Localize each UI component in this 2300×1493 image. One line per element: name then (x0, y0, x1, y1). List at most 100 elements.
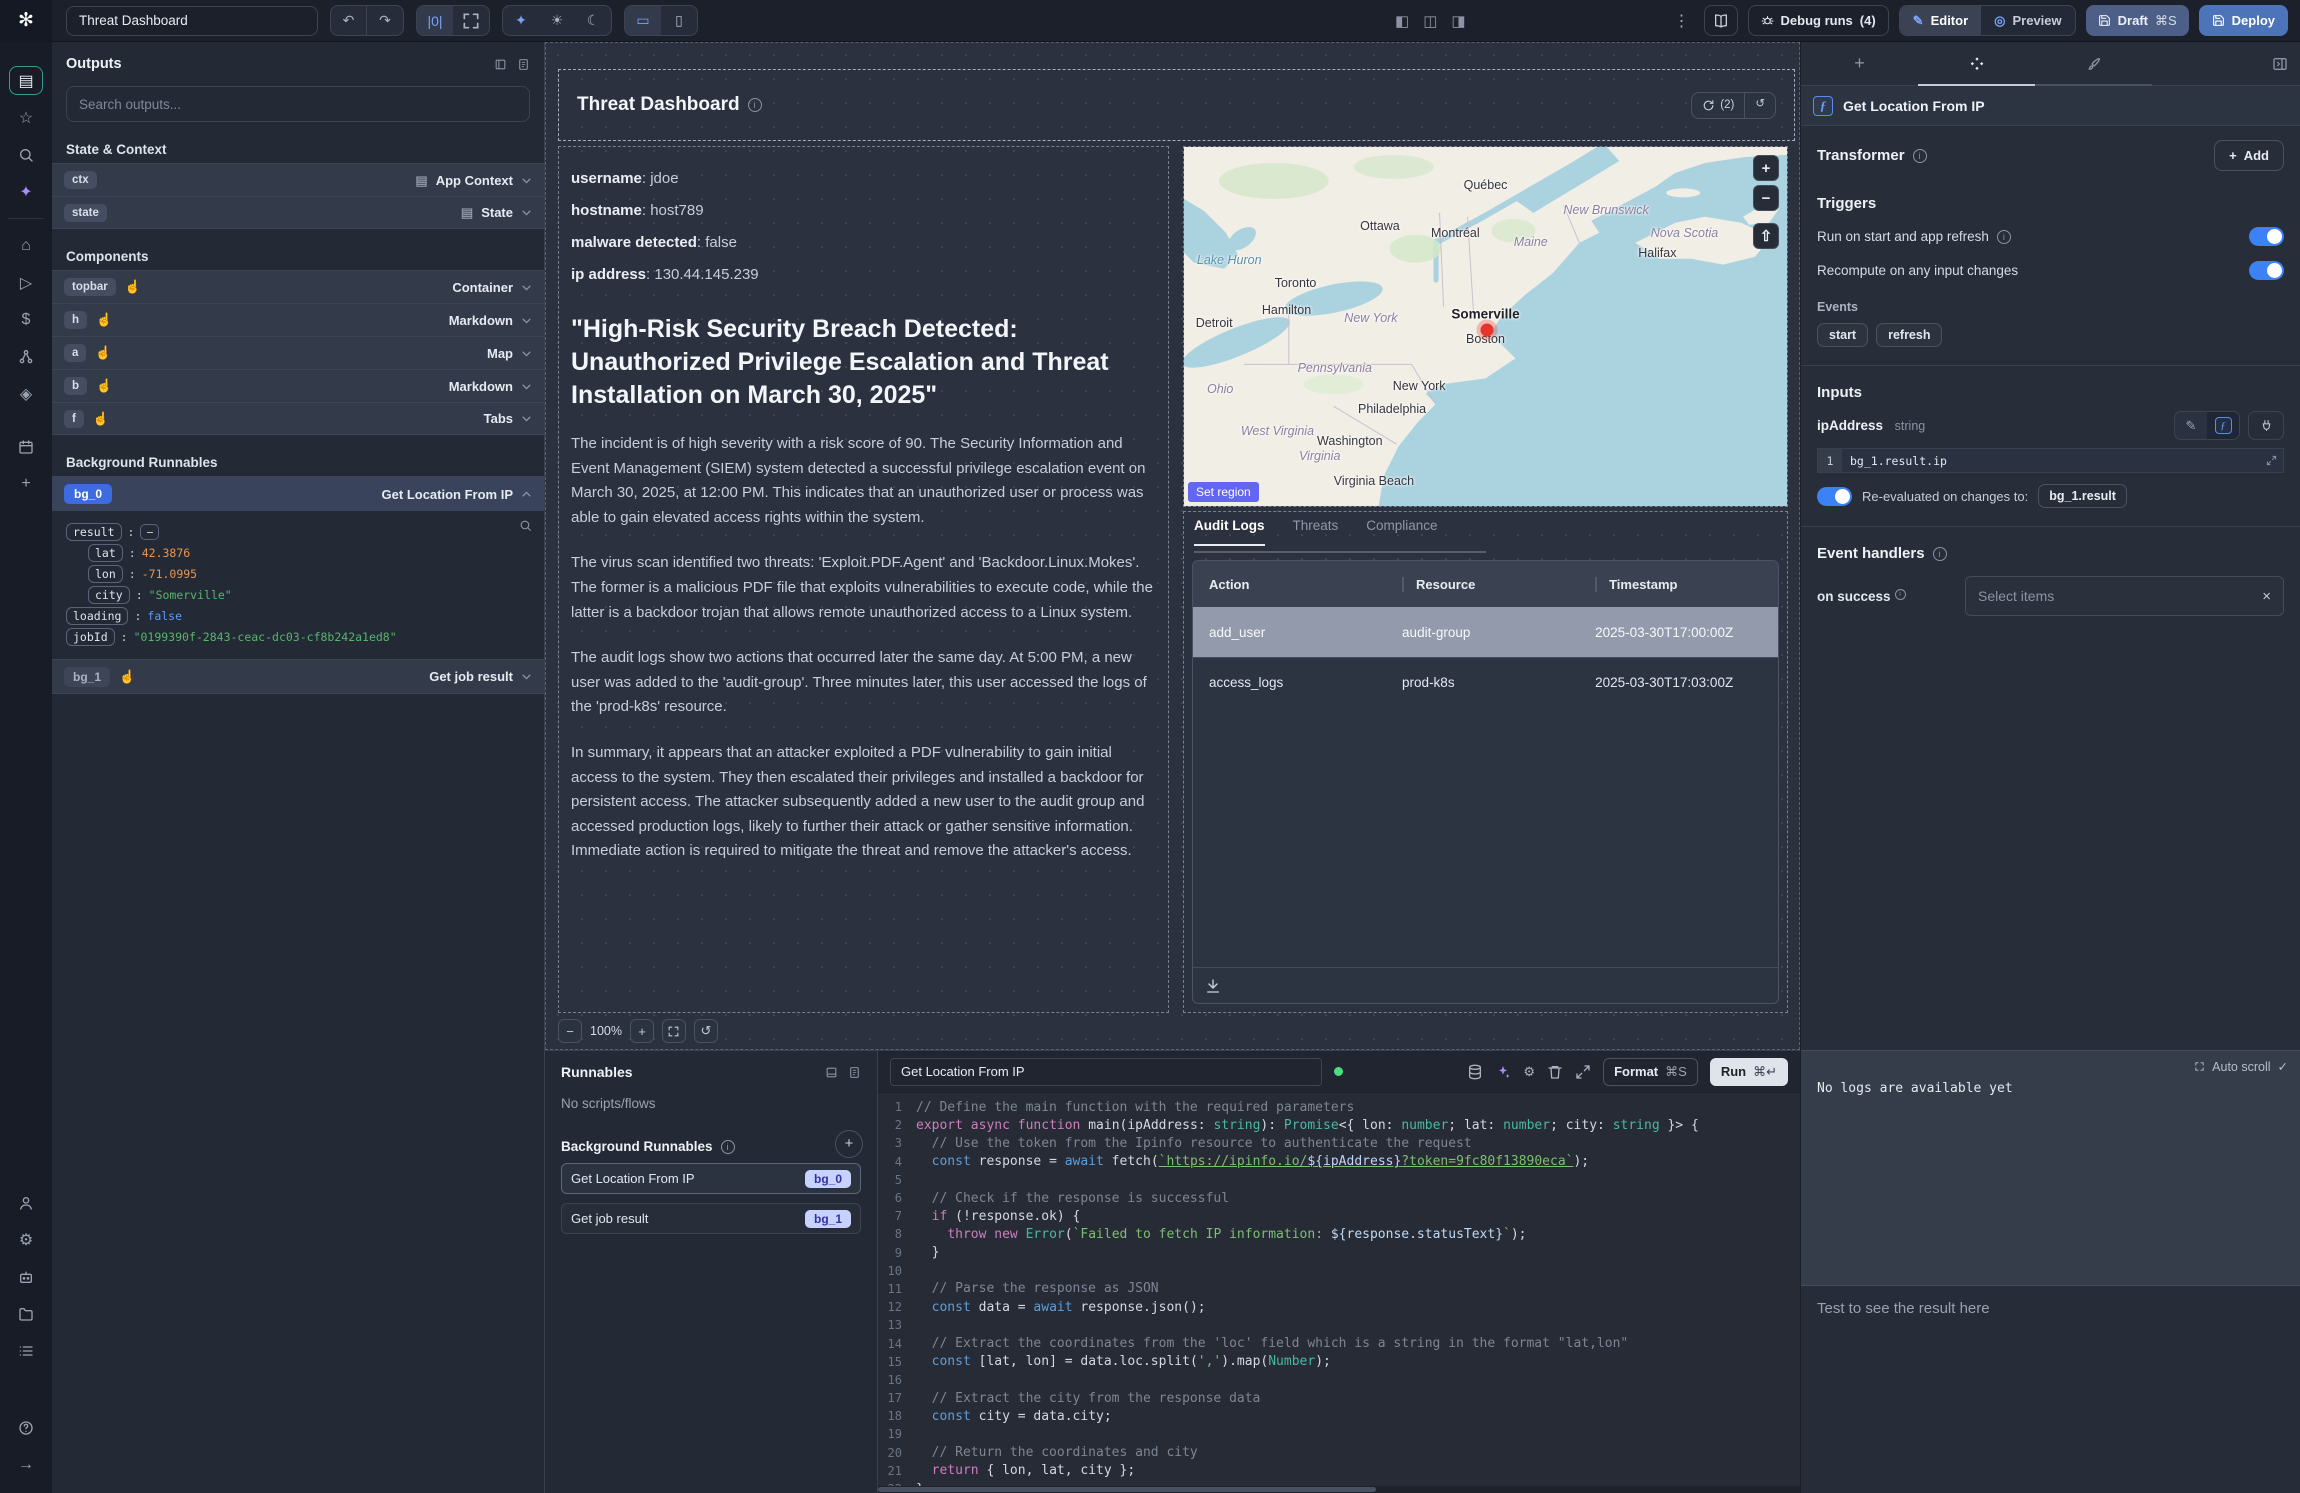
output-row-f[interactable]: f☝Tabs (52, 402, 544, 435)
insert-component-tab[interactable]: + (1801, 42, 1918, 85)
static-mode-button[interactable]: ✎ (2175, 412, 2207, 439)
docs-book-button[interactable] (1704, 5, 1738, 36)
outputs-search-input[interactable] (66, 86, 530, 122)
more-menu-kebab-icon[interactable]: ⋮ (1670, 11, 1694, 31)
reeval-dependency-chip[interactable]: bg_1.result (2038, 484, 2127, 508)
runnable-item[interactable]: Get Location From IPbg_0 (561, 1163, 861, 1194)
autoscroll-control[interactable]: Auto scroll ✓ (2194, 1059, 2288, 1074)
ai-wand-button[interactable]: ✦ (503, 6, 539, 35)
redo-button[interactable]: ↷ (367, 6, 403, 35)
app-canvas-icon[interactable]: ▤ (9, 66, 43, 95)
ai-sparkles-icon[interactable]: ✦ (9, 177, 43, 206)
settings-gear-icon[interactable]: ⚙ (1523, 1065, 1535, 1078)
zoom-out-button[interactable]: − (558, 1019, 582, 1043)
reset-view-button[interactable]: ↺ (694, 1019, 718, 1043)
download-icon[interactable] (1205, 978, 1221, 994)
output-row-ctx[interactable]: ctx▤App Context (52, 163, 544, 196)
trigger-toggle[interactable] (2249, 227, 2284, 246)
debug-runs-button[interactable]: Debug runs (4) (1748, 5, 1889, 36)
format-button[interactable]: Format ⌘S (1603, 1058, 1698, 1086)
run-button[interactable]: Run ⌘↵ (1710, 1058, 1788, 1086)
collapse-right-panel-icon[interactable] (2272, 42, 2288, 85)
home-icon[interactable]: ⌂ (9, 231, 43, 260)
expr-mode-button[interactable]: ƒ (2207, 412, 2239, 439)
output-row-state[interactable]: state▤State (52, 196, 544, 229)
preview-tab[interactable]: ◎ Preview (1981, 6, 2075, 35)
code-area[interactable]: 1// Define the main function with the re… (878, 1093, 1800, 1493)
output-row-topbar[interactable]: topbar☝Container (52, 270, 544, 303)
tab-compliance[interactable]: Compliance (1366, 518, 1437, 546)
map-zoom-out-button[interactable]: − (1753, 185, 1779, 211)
tabs-component[interactable]: Audit LogsThreatsCompliance ActionResour… (1183, 511, 1788, 1013)
collapse-toggle[interactable]: − (140, 524, 159, 540)
tab-threats[interactable]: Threats (1293, 518, 1339, 546)
event-chip-start[interactable]: start (1817, 323, 1868, 347)
map-zoom-in-button[interactable]: + (1753, 155, 1779, 181)
set-region-button[interactable]: Set region (1188, 482, 1259, 502)
refresh-app-button[interactable]: (2) (1692, 93, 1745, 118)
variables-dollar-icon[interactable]: $ (9, 305, 43, 334)
component-outline-button[interactable]: |0| (417, 6, 453, 35)
app-title-input[interactable] (66, 6, 318, 36)
event-chip-refresh[interactable]: refresh (1876, 323, 1942, 347)
ai-assistant-icon[interactable] (1495, 1064, 1511, 1080)
output-row-a[interactable]: a☝Map (52, 336, 544, 369)
add-plus-icon[interactable]: + (9, 469, 43, 498)
connect-plug-button[interactable] (2248, 411, 2284, 440)
desktop-view-button[interactable]: ▭ (625, 6, 661, 35)
folders-icon[interactable] (9, 1299, 43, 1328)
tab-audit-logs[interactable]: Audit Logs (1194, 518, 1265, 546)
runnable-name-input[interactable] (890, 1058, 1322, 1086)
output-row-b[interactable]: b☝Markdown (52, 369, 544, 402)
expand-editor-icon[interactable] (1575, 1064, 1591, 1080)
windmill-logo[interactable]: ✻ (0, 0, 52, 42)
component-settings-tab[interactable] (1918, 42, 2035, 85)
expand-grid-button[interactable] (453, 6, 489, 35)
input-expression-editor[interactable]: 1 bg_1.result.ip (1817, 448, 2284, 473)
settings-gear-icon[interactable]: ⚙ (9, 1225, 43, 1254)
audit-logs-list-icon[interactable] (9, 1336, 43, 1365)
collapse-panel-icon[interactable] (494, 58, 507, 71)
cache-database-icon[interactable] (1467, 1064, 1483, 1080)
toggle-left-panel-icon[interactable]: ◧ (1395, 14, 1409, 29)
trigger-toggle[interactable] (2249, 261, 2284, 280)
styling-tab[interactable] (2035, 42, 2152, 85)
add-background-runnable-button[interactable]: + (835, 1130, 863, 1158)
markdown-component[interactable]: username: jdoehostname: host789malware d… (558, 146, 1169, 1013)
mobile-view-button[interactable]: ▯ (661, 6, 697, 35)
bg0-output-row[interactable]: bg_0 Get Location From IP (52, 476, 544, 511)
add-transformer-button[interactable]: + Add (2214, 140, 2284, 171)
light-theme-button[interactable]: ☀ (539, 6, 575, 35)
table-row[interactable]: add_useraudit-group2025-03-30T17:00:00Z (1193, 607, 1778, 657)
schedules-calendar-icon[interactable] (9, 432, 43, 461)
map-component[interactable]: QuébecOttawaMontréalNew BrunswickNova Sc… (1183, 146, 1788, 507)
delete-trash-icon[interactable] (1547, 1064, 1563, 1080)
fit-view-button[interactable] (662, 1019, 686, 1043)
editor-tab[interactable]: ✎ Editor (1900, 6, 1981, 35)
dark-theme-button[interactable]: ☾ (575, 6, 611, 35)
zoom-in-button[interactable]: + (630, 1019, 654, 1043)
draft-button[interactable]: Draft ⌘S (2086, 5, 2189, 36)
table-row[interactable]: access_logsprod-k8s2025-03-30T17:03:00Z (1193, 657, 1778, 707)
deploy-button[interactable]: Deploy (2199, 5, 2288, 36)
recompute-history-button[interactable]: ↺ (1745, 93, 1775, 118)
undo-button[interactable]: ↶ (331, 6, 367, 35)
expand-expr-icon[interactable] (2266, 455, 2277, 466)
resources-icon[interactable]: ◈ (9, 379, 43, 408)
clear-select-icon[interactable]: × (2262, 588, 2271, 605)
collapse-bottom-icon[interactable] (825, 1066, 838, 1079)
reeval-toggle[interactable] (1817, 487, 1852, 506)
output-row-h[interactable]: h☝Markdown (52, 303, 544, 336)
map-locate-button[interactable]: ⇧ (1753, 223, 1779, 249)
flows-nodes-icon[interactable] (9, 342, 43, 371)
search-icon[interactable] (9, 140, 43, 169)
horizontal-scrollbar[interactable] (878, 1486, 1800, 1493)
favorites-star-icon[interactable]: ☆ (9, 103, 43, 132)
collapse-rail-arrow-icon[interactable]: → (9, 1450, 43, 1479)
topbar-container-component[interactable]: Threat Dashboard (2) ↺ (558, 69, 1795, 141)
doc-list-icon[interactable] (848, 1066, 861, 1079)
runs-play-icon[interactable]: ▷ (9, 268, 43, 297)
doc-list-icon[interactable] (517, 58, 530, 71)
help-icon[interactable] (9, 1413, 43, 1442)
bg1-output-row[interactable]: bg_1 ☝ Get job result (52, 659, 544, 694)
